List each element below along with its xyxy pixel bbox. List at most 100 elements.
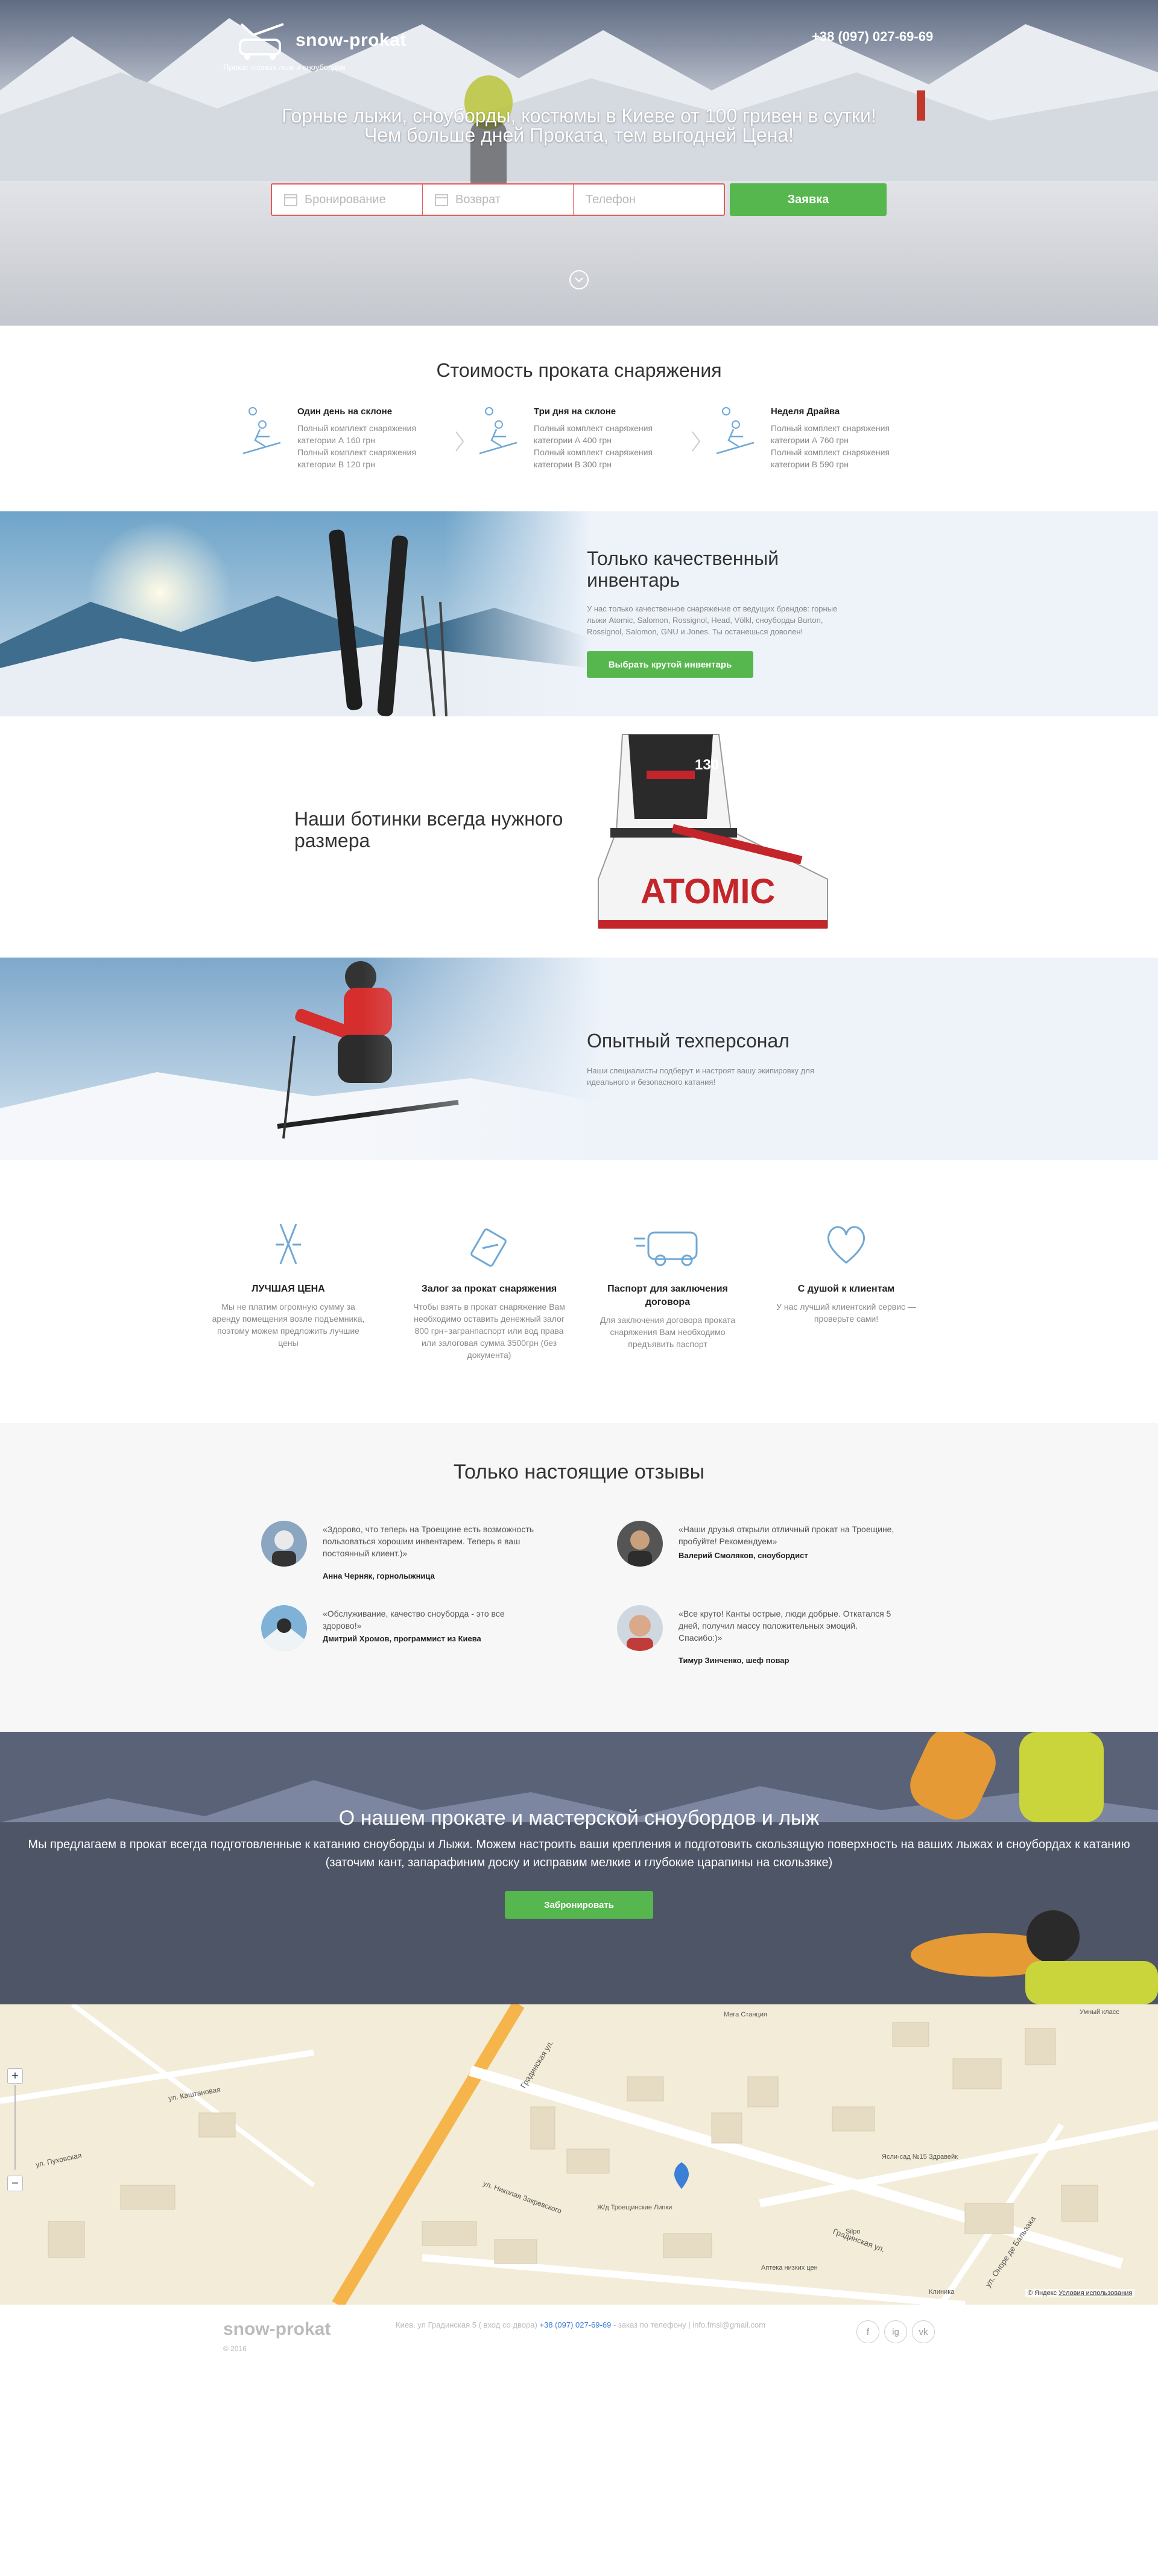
instagram-icon[interactable]: ig <box>884 2320 907 2343</box>
map-poi-label: Мега Станция <box>724 2011 767 2018</box>
hero-headline: Горные лыжи, сноуборды, костюмы в Киеве … <box>241 106 917 145</box>
phone-placeholder: Телефон <box>586 192 636 206</box>
boots-title: Наши ботинки всегда нужного размера <box>294 808 563 851</box>
feature-text: Чтобы взять в прокат снаряжение Вам необ… <box>413 1302 565 1360</box>
mountain-background-image <box>0 18 1158 181</box>
review-author: Анна Черняк, горнолыжница <box>323 1571 435 1580</box>
hero-section: snow-prokat Прокат горных лыж и сноуборд… <box>0 0 1158 326</box>
map-poi-label: Аптека низких цен <box>761 2264 818 2271</box>
feature-text: У нас лучший клиентский сервис — проверь… <box>776 1302 916 1324</box>
map-zoom-slider[interactable] <box>14 2085 16 2170</box>
feature-best-price: ЛУЧШАЯ ЦЕНА Мы не платим огромную сумму … <box>207 1220 370 1349</box>
quality-section: Только качественный инвентарь У нас толь… <box>0 511 1158 716</box>
skier-icon <box>242 407 281 455</box>
feature-deposit: Залог за прокат снаряжения Чтобы взять в… <box>408 1220 571 1361</box>
price-item-week: Неделя Драйва Полный комплект снаряжения… <box>712 406 911 485</box>
logo-text: snow-prokat <box>296 30 407 50</box>
scroll-down-icon[interactable] <box>569 270 589 289</box>
feature-text: Для заключения договора проката снаряжен… <box>600 1315 736 1349</box>
map-section[interactable]: Градинская ул. Градинская ул. ул. Никола… <box>0 2004 1158 2305</box>
skier-icon <box>716 407 755 455</box>
facebook-icon[interactable]: f <box>856 2320 879 2343</box>
ski-boot-image: ATOMIC 130 <box>598 734 828 929</box>
quality-text: У нас только качественное снаряжение от … <box>587 604 838 636</box>
map-poi-label: Ясли-сад №15 Здравейк <box>882 2153 958 2161</box>
review-item: «Наши друзья открыли отличный прокат на … <box>617 1521 906 1587</box>
staff-title: Опытный техперсонал <box>587 1030 789 1052</box>
ski-lift-logo-icon <box>239 23 284 60</box>
return-date-placeholder: Возврат <box>455 192 501 206</box>
submit-request-button[interactable]: Заявка <box>730 183 887 216</box>
reviews-title: Только настоящие отзывы <box>453 1460 705 1483</box>
avatar <box>261 1605 307 1651</box>
about-title: О нашем прокате и мастерской сноубордов … <box>338 1807 820 1829</box>
review-quote: «Здорово, что теперь на Троещине есть во… <box>323 1524 534 1558</box>
hero-headline-line1: Горные лыжи, сноуборды, костюмы в Киеве … <box>282 105 876 127</box>
avatar <box>617 1605 663 1651</box>
review-author: Тимур Зинченко, шеф повар <box>679 1656 789 1665</box>
price-item-title: Один день на склоне <box>297 406 393 417</box>
footer-address: Киев, ул Градинская 5 ( вход со двора) <box>396 2320 537 2329</box>
map-poi-label: Клиника <box>929 2288 955 2296</box>
chevron-right-icon <box>455 431 464 452</box>
booking-date-field[interactable]: Бронирование <box>272 185 423 215</box>
return-date-field[interactable]: Возврат <box>423 185 574 215</box>
price-item-one-day: Один день на склоне Полный комплект снар… <box>238 406 437 485</box>
header-phone[interactable]: +38 (097) 027-69-69 <box>812 29 933 45</box>
map-poi-label: Silpo <box>846 2228 860 2235</box>
price-item-text: Полный комплект снаряжения категории А 1… <box>297 423 417 469</box>
booking-form: Бронирование Возврат Телефон <box>271 183 725 216</box>
feature-passport: Паспорт для заключения договора Для закл… <box>586 1220 749 1350</box>
footer-note[interactable]: - заказ по телефону | info.fmsl@gmail.co… <box>613 2320 765 2329</box>
booking-date-placeholder: Бронирование <box>305 192 386 206</box>
feature-title: Паспорт для заключения договора <box>607 1284 728 1307</box>
map-credit-logo: © Яндекс <box>1028 2290 1057 2297</box>
vk-icon[interactable]: vk <box>912 2320 935 2343</box>
footer-logo[interactable]: snow-prokat <box>223 2319 331 2340</box>
hero-headline-line2: Чем больше дней Проката, тем выгодней Це… <box>364 124 794 146</box>
book-now-button[interactable]: Забронировать <box>505 1891 653 1919</box>
price-item-title: Неделя Драйва <box>771 406 840 417</box>
map-poi-label: Ж/д Троещинские Липки <box>597 2204 672 2211</box>
review-quote: «Наши друзья открыли отличный прокат на … <box>679 1524 894 1546</box>
calendar-icon <box>284 194 297 206</box>
skier-icon <box>479 407 517 455</box>
deposit-card-icon <box>470 1228 507 1267</box>
chevron-right-icon <box>692 431 701 452</box>
review-item: «Здорово, что теперь на Троещине есть во… <box>261 1521 551 1587</box>
feature-text: Мы не платим огромную сумму за аренду по… <box>212 1302 365 1348</box>
delivery-van-icon <box>634 1231 698 1266</box>
map-poi-label: Умный класс <box>1080 2009 1119 2016</box>
review-author: Валерий Смоляков, сноубордист <box>679 1551 808 1560</box>
choose-equipment-button[interactable]: Выбрать крутой инвентарь <box>587 651 753 678</box>
feature-title: ЛУЧШАЯ ЦЕНА <box>252 1284 325 1294</box>
avatar <box>617 1521 663 1567</box>
pricing-title: Стоимость проката снаряжения <box>436 359 722 381</box>
price-item-title: Три дня на склоне <box>534 406 616 417</box>
review-author: Дмитрий Хромов, программист из Киева <box>323 1634 481 1643</box>
footer-phone[interactable]: +38 (097) 027-69-69 <box>539 2320 611 2329</box>
map-terms-link[interactable]: Условия использования <box>1058 2290 1132 2297</box>
feature-care: С душой к клиентам У нас лучший клиентск… <box>765 1220 928 1325</box>
calendar-icon <box>435 194 448 206</box>
review-item: «Все круто! Канты острые, люди добрые. О… <box>617 1605 906 1672</box>
map-zoom-in-button[interactable]: + <box>7 2068 23 2084</box>
about-text: Мы предлагаем в прокат всегда подготовле… <box>28 1838 1130 1869</box>
quality-title: Только качественный инвентарь <box>587 548 779 591</box>
price-item-three-days: Три дня на склоне Полный комплект снаряж… <box>475 406 674 485</box>
map-canvas[interactable]: Градинская ул. Градинская ул. ул. Никола… <box>0 2004 1158 2305</box>
logo[interactable]: snow-prokat Прокат горных лыж и сноуборд… <box>223 21 428 75</box>
footer-year: © 2016 <box>223 2344 247 2353</box>
footer-contacts: Киев, ул Градинская 5 ( вход со двора) +… <box>396 2320 765 2329</box>
map-zoom-out-button[interactable]: − <box>7 2176 23 2191</box>
skis-icon <box>276 1223 301 1264</box>
reviews-section: Только настоящие отзывы «Здорово, что те… <box>0 1423 1158 1732</box>
boot-model-label: 130 <box>695 757 719 773</box>
staff-section: Опытный техперсонал Наши специалисты под… <box>0 958 1158 1160</box>
phone-field[interactable]: Телефон <box>574 185 724 215</box>
map-credit: © Яндекс Условия использования <box>1025 2289 1135 2297</box>
price-item-text: Полный комплект снаряжения категории А 7… <box>771 423 890 469</box>
skis-mountain-image <box>0 511 591 716</box>
review-quote: «Обслуживание, качество сноуборда - это … <box>323 1609 505 1631</box>
about-section: О нашем прокате и мастерской сноубордов … <box>0 1732 1158 2004</box>
